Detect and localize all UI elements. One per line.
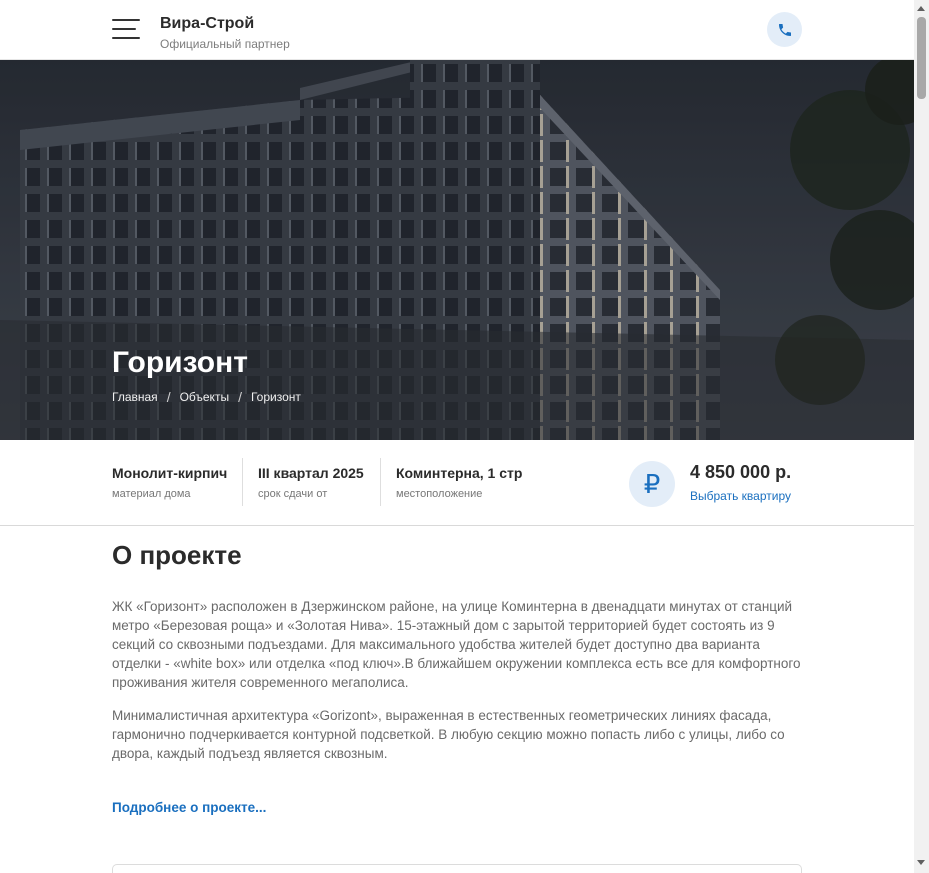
site-header: Вира-Строй Официальный партнер (0, 0, 914, 60)
divider (380, 458, 381, 506)
scroll-down-icon[interactable] (917, 860, 925, 865)
project-info-bar: Монолит-кирпич материал дома III квартал… (0, 440, 914, 526)
info-label: материал дома (112, 488, 191, 500)
content-card (112, 864, 802, 873)
breadcrumb: Главная / Объекты / Горизонт (112, 389, 301, 405)
breadcrumb-separator: / (166, 389, 171, 405)
breadcrumb-objects[interactable]: Объекты (180, 390, 230, 404)
hamburger-menu-icon[interactable] (112, 18, 140, 40)
about-paragraph: ЖК «Горизонт» расположен в Дзержинском р… (112, 599, 801, 690)
info-value: Монолит-кирпич (112, 465, 228, 481)
phone-button[interactable] (767, 12, 802, 47)
scroll-thumb[interactable] (917, 17, 926, 99)
about-paragraph: Минималистичная архитектура «Gorizont», … (112, 708, 785, 761)
ruble-icon: ₽ (629, 461, 675, 507)
hero-banner: Горизонт Главная / Объекты / Горизонт (0, 60, 914, 440)
section-title: О проекте (112, 540, 242, 570)
breadcrumb-current: Горизонт (250, 390, 301, 404)
choose-apartment-link[interactable]: Выбрать квартиру (690, 489, 791, 503)
scroll-up-icon[interactable] (917, 6, 925, 11)
info-label: местоположение (396, 488, 483, 500)
info-label: срок сдачи от (258, 488, 328, 500)
breadcrumb-separator: / (238, 389, 242, 405)
brand-subtitle: Официальный партнер (160, 37, 290, 51)
ruble-symbol: ₽ (643, 468, 661, 499)
building-image (0, 60, 914, 440)
scrollbar[interactable] (914, 0, 929, 873)
info-value: Коминтерна, 1 стр (396, 465, 523, 481)
info-value: III квартал 2025 (258, 465, 364, 481)
breadcrumb-home[interactable]: Главная (112, 390, 158, 404)
read-more-link[interactable]: Подробнее о проекте... (112, 800, 266, 815)
page-title: Горизонт (112, 346, 248, 379)
price-value: 4 850 000 р. (690, 462, 792, 482)
brand-title[interactable]: Вира-Строй (160, 15, 254, 33)
divider (242, 458, 243, 506)
phone-icon (778, 23, 791, 36)
